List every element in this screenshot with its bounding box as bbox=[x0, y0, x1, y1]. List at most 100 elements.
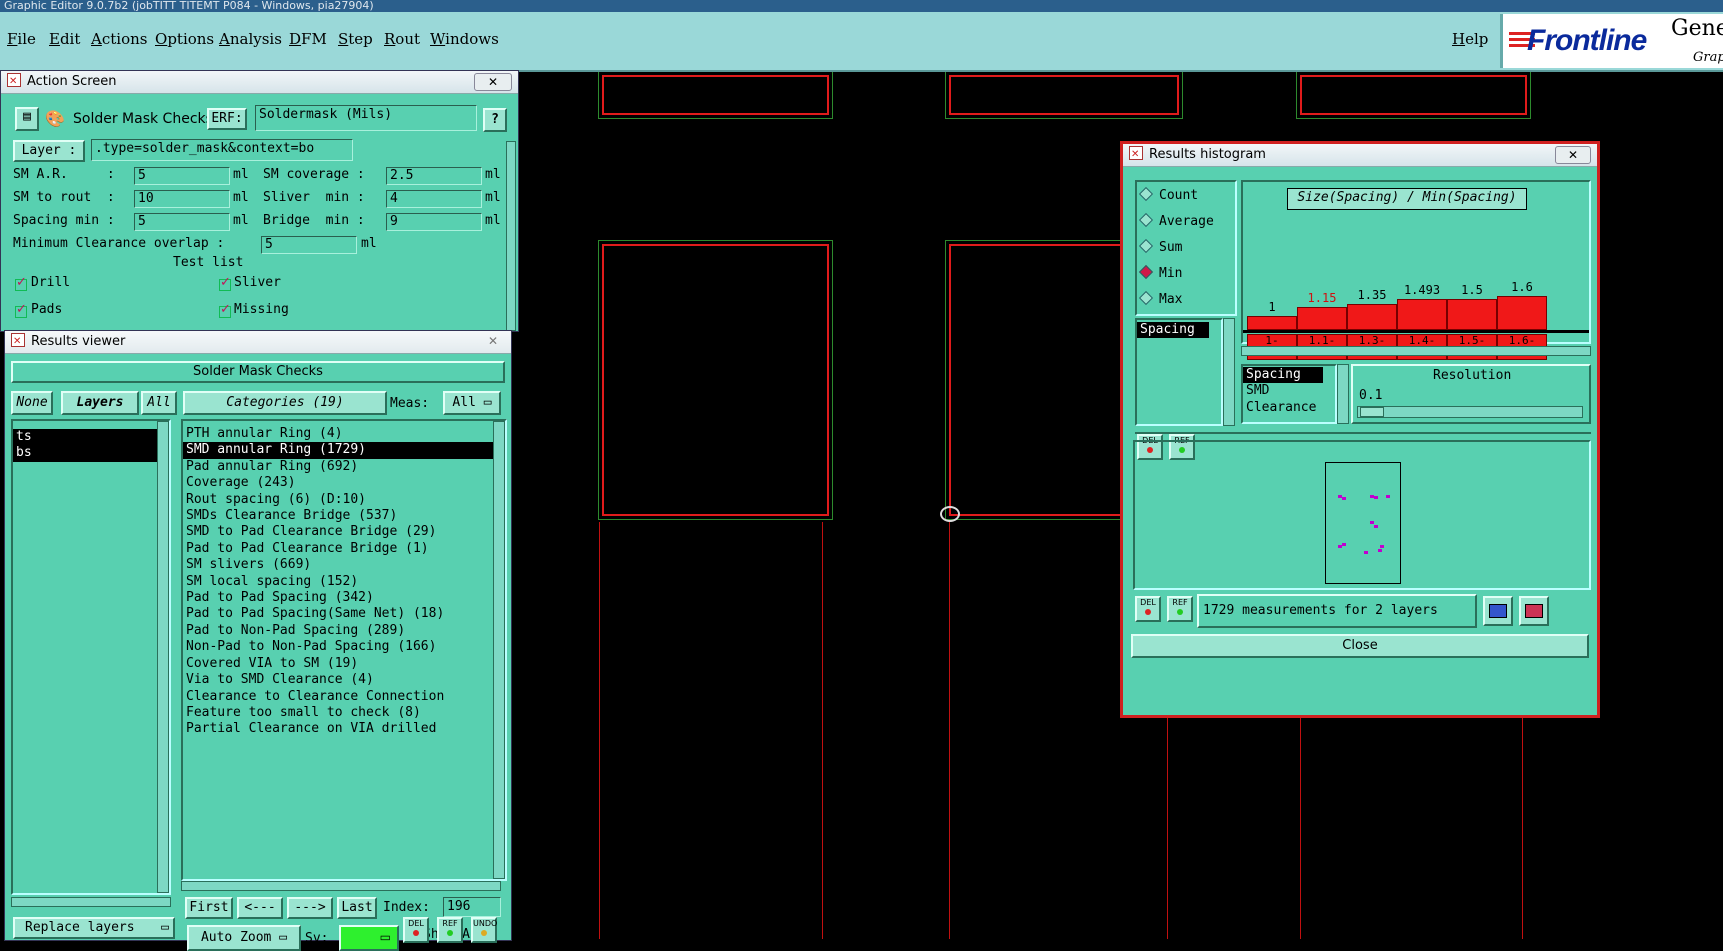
last-button[interactable]: Last bbox=[337, 897, 377, 919]
radio-max[interactable]: Max bbox=[1138, 290, 1182, 307]
category-item[interactable]: Pad to Non-Pad Spacing (289) bbox=[183, 623, 493, 639]
category-item[interactable]: Via to SMD Clearance (4) bbox=[183, 672, 493, 688]
category-item[interactable]: Covered VIA to SM (19) bbox=[183, 656, 493, 672]
sm-coverage-field[interactable]: 2.5 bbox=[386, 167, 482, 185]
replace-layers-dropdown[interactable]: Replace layers ▭ bbox=[13, 917, 175, 939]
category-item[interactable]: Pad to Pad Clearance Bridge (1) bbox=[183, 541, 493, 557]
clearance-overlap-field[interactable]: 5 bbox=[261, 236, 357, 254]
category-item[interactable]: PTH annular Ring (4) bbox=[183, 426, 493, 442]
scrollbar[interactable] bbox=[1241, 346, 1591, 356]
scrollbar[interactable] bbox=[1223, 318, 1235, 426]
categories-button[interactable]: Categories (19) bbox=[183, 391, 387, 415]
attribute-item[interactable]: SMD bbox=[1243, 383, 1323, 399]
measure-list[interactable]: Spacing bbox=[1135, 318, 1235, 426]
close-button[interactable]: ✕ bbox=[1555, 146, 1591, 164]
close-button[interactable]: ✕ bbox=[481, 333, 505, 349]
menu-dfm[interactable]: DFM bbox=[289, 30, 327, 48]
export-icon[interactable] bbox=[1483, 596, 1513, 626]
radio-average[interactable]: Average bbox=[1138, 212, 1214, 229]
radio-count[interactable]: Count bbox=[1138, 186, 1198, 203]
category-item[interactable]: Pad annular Ring (692) bbox=[183, 459, 493, 475]
bridge-min-field[interactable]: 9 bbox=[386, 213, 482, 231]
resolution-slider[interactable] bbox=[1357, 406, 1583, 418]
scrollbar[interactable] bbox=[493, 421, 505, 879]
ref-button[interactable]: REF bbox=[1167, 596, 1193, 622]
sm-to-rout-field[interactable]: 10 bbox=[134, 190, 230, 208]
category-item[interactable]: SMDs Clearance Bridge (537) bbox=[183, 508, 493, 524]
del-button[interactable]: DEL bbox=[403, 917, 429, 943]
attribute-list[interactable]: Spacing SMD Clearance bbox=[1241, 364, 1349, 424]
histogram-bar[interactable] bbox=[1247, 316, 1297, 330]
scrollbar[interactable] bbox=[11, 897, 171, 907]
category-item[interactable]: Coverage (243) bbox=[183, 475, 493, 491]
sliver-checkbox[interactable] bbox=[219, 275, 231, 291]
menu-analysis[interactable]: Analysis bbox=[219, 30, 282, 48]
none-button[interactable]: None bbox=[11, 391, 53, 415]
category-item[interactable]: SMD annular Ring (1729) bbox=[183, 442, 493, 459]
sm-ar-field[interactable]: 5 bbox=[134, 167, 230, 185]
menu-help[interactable]: Help bbox=[1452, 30, 1488, 48]
prev-button[interactable]: <--- bbox=[237, 897, 283, 919]
pads-checkbox[interactable] bbox=[15, 302, 27, 318]
attribute-item[interactable]: Clearance bbox=[1243, 400, 1323, 416]
histogram-chart[interactable]: Size(Spacing) / Min(Spacing) 11-1.11.151… bbox=[1241, 180, 1591, 360]
scrollbar[interactable] bbox=[506, 141, 516, 331]
help-button[interactable]: ? bbox=[483, 108, 507, 132]
menu-file[interactable]: File bbox=[7, 30, 36, 48]
categories-list[interactable]: PTH annular Ring (4) SMD annular Ring (17… bbox=[181, 419, 507, 881]
layer-item[interactable]: ts bbox=[13, 429, 157, 446]
category-item[interactable]: Clearance to Clearance Connection bbox=[183, 689, 493, 705]
erf-field[interactable]: Soldermask (Mils) bbox=[255, 105, 477, 131]
histogram-bar[interactable] bbox=[1447, 299, 1497, 330]
zoom-fit-icon[interactable] bbox=[1519, 596, 1549, 626]
menu-actions[interactable]: Actions bbox=[91, 30, 147, 48]
slider-thumb[interactable] bbox=[1360, 407, 1384, 417]
layer-item[interactable]: bs bbox=[13, 445, 157, 462]
category-item[interactable]: Partial Clearance on VIA drilled bbox=[183, 721, 493, 737]
layer-field[interactable]: .type=solder_mask&context=bo bbox=[91, 139, 353, 161]
del-button[interactable]: DEL bbox=[1135, 596, 1161, 622]
layers-list[interactable]: ts bs bbox=[11, 419, 171, 895]
preview-area[interactable] bbox=[1133, 440, 1591, 590]
menu-step[interactable]: Step bbox=[338, 30, 373, 48]
first-button[interactable]: First bbox=[185, 897, 233, 919]
undo-button[interactable]: UNDO bbox=[471, 917, 497, 943]
spacing-min-field[interactable]: 5 bbox=[134, 213, 230, 231]
next-button[interactable]: ---> bbox=[287, 897, 333, 919]
category-item[interactable]: Non-Pad to Non-Pad Spacing (166) bbox=[183, 639, 493, 655]
index-field[interactable]: 196 bbox=[443, 897, 501, 917]
category-item[interactable]: Feature too small to check (8) bbox=[183, 705, 493, 721]
menu-windows[interactable]: Windows bbox=[430, 30, 499, 48]
category-item[interactable]: SM local spacing (152) bbox=[183, 574, 493, 590]
scrollbar[interactable] bbox=[1337, 364, 1349, 424]
sliver-min-field[interactable]: 4 bbox=[386, 190, 482, 208]
category-item[interactable]: SMD to Pad Clearance Bridge (29) bbox=[183, 524, 493, 540]
histogram-bar[interactable] bbox=[1297, 307, 1347, 330]
radio-sum[interactable]: Sum bbox=[1138, 238, 1182, 255]
category-item[interactable]: SM slivers (669) bbox=[183, 557, 493, 573]
category-item[interactable]: Pad to Pad Spacing(Same Net) (18) bbox=[183, 606, 493, 622]
attribute-item[interactable]: Spacing bbox=[1243, 367, 1323, 384]
histogram-bar[interactable] bbox=[1397, 299, 1447, 330]
radio-min[interactable]: Min bbox=[1138, 264, 1182, 281]
scrollbar[interactable] bbox=[157, 421, 169, 893]
erf-button[interactable]: ERF: bbox=[207, 108, 247, 130]
ref-button[interactable]: REF bbox=[437, 917, 463, 943]
histogram-bar[interactable] bbox=[1497, 296, 1547, 330]
missing-checkbox[interactable] bbox=[219, 302, 231, 318]
histogram-bar[interactable] bbox=[1347, 304, 1397, 330]
layer-button[interactable]: Layer : bbox=[13, 140, 85, 162]
category-item[interactable]: Rout spacing (6) (D:10) bbox=[183, 492, 493, 508]
close-button[interactable]: ✕ bbox=[474, 73, 512, 91]
menu-options[interactable]: Options bbox=[155, 30, 214, 48]
measure-item[interactable]: Spacing bbox=[1137, 322, 1209, 339]
all-button[interactable]: All bbox=[141, 391, 177, 415]
layers-button[interactable]: Layers bbox=[61, 391, 139, 415]
action-list-button[interactable]: ▤ bbox=[15, 107, 39, 131]
scrollbar[interactable] bbox=[181, 881, 501, 891]
menu-edit[interactable]: Edit bbox=[49, 30, 80, 48]
sv-color-dropdown[interactable]: ▭ bbox=[339, 925, 399, 951]
close-histogram-button[interactable]: Close bbox=[1131, 634, 1589, 658]
menu-rout[interactable]: Rout bbox=[384, 30, 420, 48]
meas-dropdown[interactable]: All ▭ bbox=[443, 391, 501, 415]
